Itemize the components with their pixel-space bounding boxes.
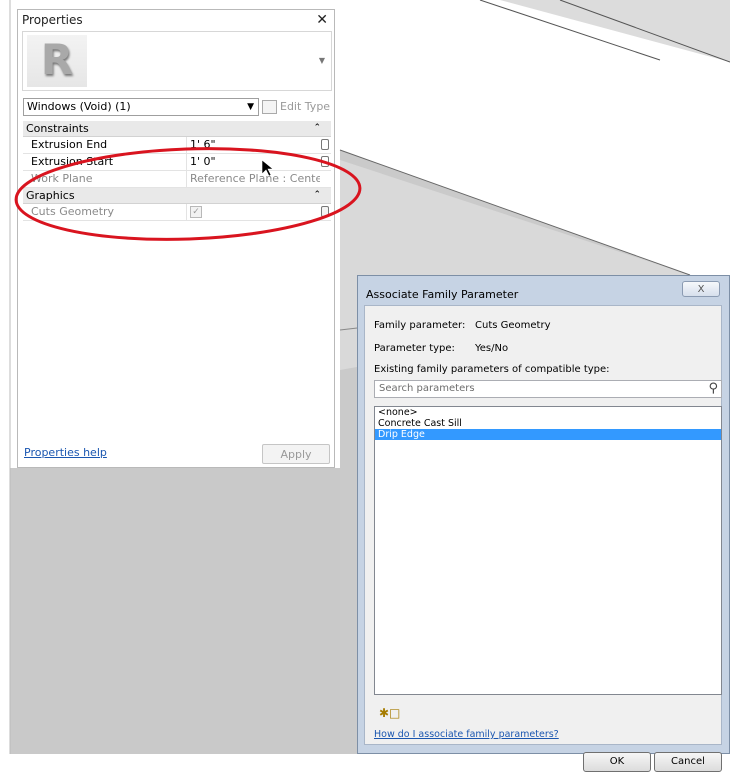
property-value: ✓	[186, 204, 320, 220]
associate-parameter-button[interactable]	[321, 206, 329, 217]
chevron-down-icon[interactable]: ▼	[247, 99, 254, 115]
property-row-extrusion-end[interactable]: Extrusion End 1' 6"	[23, 137, 331, 154]
apply-button[interactable]: Apply	[262, 444, 330, 464]
properties-grid: Constraints ⌃ Extrusion End 1' 6" Extrus…	[23, 121, 331, 221]
group-graphics-label: Graphics	[26, 189, 75, 202]
list-item[interactable]: Concrete Cast Sill	[375, 418, 721, 429]
edit-type-button[interactable]: Edit Type	[262, 98, 330, 116]
property-value: Reference Plane : Center (...	[186, 171, 320, 187]
edit-type-icon	[262, 100, 277, 114]
group-constraints[interactable]: Constraints ⌃	[23, 121, 331, 137]
type-selector-value: Windows (Void) (1)	[27, 100, 131, 113]
property-label: Extrusion Start	[31, 155, 114, 168]
dialog-title: Associate Family Parameter	[366, 288, 519, 301]
revit-logo-icon: R	[27, 35, 87, 87]
parameter-type-value: Yes/No	[475, 343, 509, 354]
new-parameter-icon[interactable]: ✱​□	[379, 706, 400, 720]
properties-title: Properties	[22, 13, 83, 27]
property-value[interactable]: 1' 0"	[186, 154, 320, 170]
type-preview-arrow-icon[interactable]: ▼	[319, 56, 325, 65]
close-icon[interactable]: X	[682, 281, 720, 297]
help-link[interactable]: How do I associate family parameters?	[374, 729, 559, 740]
associate-parameter-button[interactable]	[321, 156, 329, 167]
property-label: Extrusion End	[31, 138, 108, 151]
group-graphics[interactable]: Graphics ⌃	[23, 188, 331, 204]
family-parameter-value: Cuts Geometry	[475, 320, 551, 331]
property-label: Work Plane	[31, 172, 93, 185]
parameters-list[interactable]: <none> Concrete Cast Sill Drip Edge	[374, 406, 722, 695]
cuts-geometry-checkbox[interactable]: ✓	[190, 206, 202, 218]
collapse-icon[interactable]: ⌃	[313, 121, 321, 136]
existing-parameters-label: Existing family parameters of compatible…	[374, 364, 610, 375]
ok-button[interactable]: OK	[583, 752, 651, 772]
search-placeholder: Search parameters	[379, 383, 475, 394]
list-item[interactable]: <none>	[375, 407, 721, 418]
properties-palette: Properties ✕ R ▼ Windows (Void) (1) ▼ Ed…	[17, 9, 335, 468]
search-icon[interactable]: ⚲	[708, 381, 718, 396]
logo-letter: R	[40, 35, 74, 84]
property-value[interactable]: 1' 6"	[186, 137, 320, 153]
property-label: Cuts Geometry	[31, 205, 115, 218]
edit-type-label: Edit Type	[280, 100, 331, 113]
associate-family-parameter-dialog: Associate Family Parameter X Family para…	[357, 275, 730, 772]
associate-parameter-button[interactable]	[321, 139, 329, 150]
cancel-button[interactable]: Cancel	[654, 752, 722, 772]
list-item-selected[interactable]: Drip Edge	[375, 429, 721, 440]
search-input[interactable]: Search parameters ⚲	[374, 380, 722, 398]
close-icon[interactable]: ✕	[316, 12, 328, 28]
type-preview[interactable]: R ▼	[22, 31, 332, 91]
property-row-cuts-geometry[interactable]: Cuts Geometry ✓	[23, 204, 331, 221]
dialog-body: Family parameter: Cuts Geometry Paramete…	[364, 305, 722, 772]
property-row-work-plane: Work Plane Reference Plane : Center (...	[23, 171, 331, 188]
collapse-icon[interactable]: ⌃	[313, 188, 321, 203]
properties-help-link[interactable]: Properties help	[24, 446, 107, 459]
group-constraints-label: Constraints	[26, 122, 89, 135]
family-parameter-label: Family parameter:	[374, 320, 466, 331]
type-selector-dropdown[interactable]: Windows (Void) (1) ▼	[23, 98, 259, 116]
property-row-extrusion-start[interactable]: Extrusion Start 1' 0"	[23, 154, 331, 171]
parameter-type-label: Parameter type:	[374, 343, 455, 354]
